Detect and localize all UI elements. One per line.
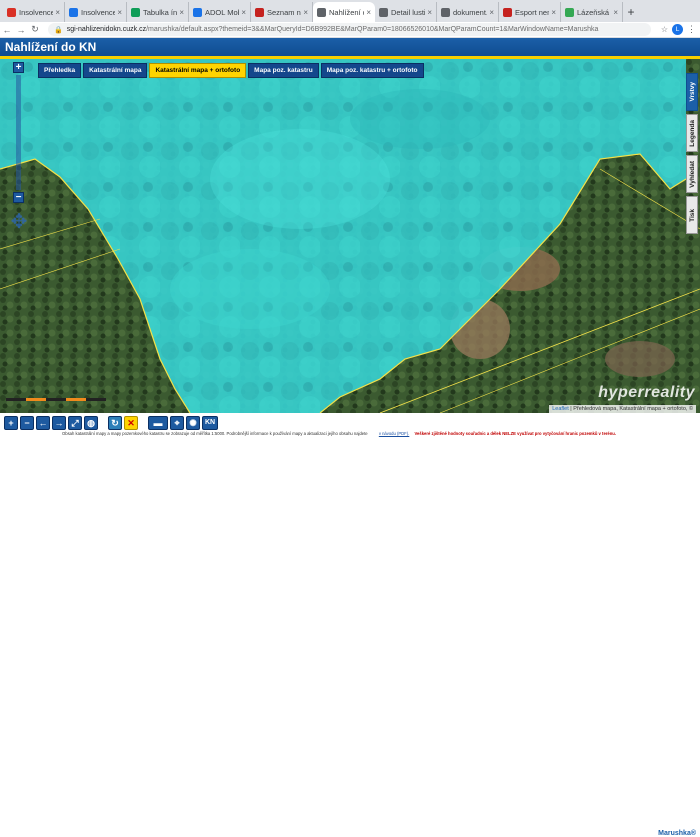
tab-favicon-icon (441, 7, 450, 17)
browser-tab[interactable]: Seznam ne × (251, 2, 313, 22)
url-path: /marushka/default.aspx?themeid=3&&MarQue… (146, 26, 599, 33)
footer-notice: Obsah katastrální mapy a mapy pozemkovéh… (62, 431, 616, 436)
lock-icon: 🔒 (54, 26, 63, 34)
side-tab-label: Legenda (688, 119, 696, 147)
tab-close-icon[interactable]: × (613, 8, 618, 17)
side-panel-tabs: Vrstvy Legenda Vyhledat Tisk (686, 73, 698, 237)
refresh-icon[interactable]: ↻ (108, 416, 122, 430)
tab-label: Seznam ne (267, 7, 302, 17)
kn-info-button[interactable]: KN (202, 416, 218, 430)
leaflet-link[interactable]: Leaflet (552, 406, 569, 412)
tab-favicon-icon (193, 7, 202, 17)
layer-button[interactable]: Katastrální mapa + ortofoto (149, 63, 247, 78)
layer-switcher: Přehledka Katastrální mapa Katastrální map… (38, 63, 424, 78)
tab-favicon-icon (317, 7, 326, 17)
tab-close-icon[interactable]: × (427, 8, 432, 17)
browser-toolbar: ← → ↻ 🔒 sgi-nahlizenidokn.cuzk.cz/marush… (0, 22, 700, 38)
marushka-logo: Marushka® (658, 830, 696, 837)
footer-text: Obsah katastrální mapy a mapy pozemkovéh… (62, 431, 368, 436)
browser-tab[interactable]: Nahlížení d × (313, 2, 375, 22)
tab-favicon-icon (565, 7, 574, 17)
new-tab-button[interactable]: + (623, 2, 639, 22)
layer-button[interactable]: Mapa poz. katastru (248, 63, 319, 78)
side-tab[interactable]: Vrstvy (686, 73, 698, 111)
tab-favicon-icon (503, 7, 512, 17)
bookmark-star-icon[interactable]: ☆ (661, 25, 668, 34)
tab-favicon-icon (131, 7, 140, 17)
reload-icon[interactable]: ↻ (28, 24, 42, 35)
tab-label: Insolvence (81, 7, 116, 17)
tab-label: Nahlížení d (329, 7, 365, 17)
back-icon[interactable]: ← (0, 25, 14, 35)
globe-icon[interactable]: ◍ (84, 416, 98, 430)
zoom-out-tool-icon[interactable]: − (20, 416, 34, 430)
address-bar[interactable]: 🔒 sgi-nahlizenidokn.cuzk.cz/marushka/def… (48, 23, 651, 36)
zoom-extent-icon[interactable]: ⤢ (68, 416, 82, 430)
tab-favicon-icon (69, 7, 78, 17)
tab-favicon-icon (379, 7, 388, 17)
zoom-control: + − (13, 62, 24, 203)
profile-avatar[interactable]: L (672, 24, 683, 35)
tab-favicon-icon (255, 7, 264, 17)
tab-favicon-icon (7, 7, 16, 17)
tab-close-icon[interactable]: × (489, 8, 494, 17)
layer-button[interactable]: Přehledka (38, 63, 82, 78)
location-pin-icon[interactable]: ⌖ (170, 416, 184, 430)
side-tab[interactable]: Tisk (686, 196, 698, 234)
browser-menu-icon[interactable]: ⋮ (687, 24, 696, 35)
footer-warning: Veškeré zjištěné hodnoty souřadnic a dél… (414, 431, 617, 436)
tab-label: Detail lusti (391, 7, 426, 17)
orthophoto-map (0, 59, 700, 413)
browser-tab[interactable]: Insolvence × (3, 2, 65, 22)
zoom-in-button[interactable]: + (13, 62, 24, 73)
tab-close-icon[interactable]: × (179, 8, 184, 17)
page-title: Nahlížení do KN (0, 38, 700, 56)
tab-label: Insolvence (19, 7, 54, 17)
watermark: hyperreality (598, 384, 695, 401)
scale-bar (6, 398, 106, 401)
layer-button[interactable]: Mapa poz. katastru + ortofoto (320, 63, 424, 78)
attribution-text: | Přehledová mapa, Katastrální mapa + or… (570, 406, 693, 412)
manual-pdf-link[interactable]: v návodu (PDF). (379, 431, 410, 436)
tab-label: Lázeňská 2 (577, 7, 611, 17)
side-tab-label: Vrstvy (688, 82, 696, 102)
pan-compass-icon[interactable]: ✥ (8, 212, 30, 234)
browser-tab[interactable]: Detail lusti × (375, 2, 437, 22)
settings-gear-icon[interactable]: ✺ (186, 416, 200, 430)
zoom-in-tool-icon[interactable]: + (4, 416, 18, 430)
map-canvas[interactable] (0, 59, 700, 413)
tab-close-icon[interactable]: × (55, 8, 60, 17)
side-tab-label: Vyhledat (688, 160, 696, 188)
zoom-slider[interactable] (16, 75, 21, 190)
browser-tab[interactable]: Esport nem× (499, 2, 561, 22)
previous-view-icon[interactable]: ← (36, 416, 50, 430)
tab-close-icon[interactable]: × (551, 8, 556, 17)
browser-tab[interactable]: ADOL Mobil× (189, 2, 251, 22)
side-tab[interactable]: Vyhledat (686, 155, 698, 193)
next-view-icon[interactable]: → (52, 416, 66, 430)
tab-close-icon[interactable]: × (366, 8, 371, 17)
measure-ruler-icon[interactable]: ▬ (148, 416, 168, 430)
clear-selection-icon[interactable]: ✕ (124, 416, 138, 430)
browser-tab-bar: Insolvence×Insolvence×Tabulka índi×ADOL … (0, 0, 700, 22)
tab-label: ADOL Mobil (205, 7, 239, 17)
tab-label: dokument. (453, 7, 488, 17)
side-tab[interactable]: Legenda (686, 114, 698, 152)
side-tab-label: Tisk (688, 208, 696, 222)
browser-tab[interactable]: Insolvence × (65, 2, 127, 22)
layer-button[interactable]: Katastrální mapa (83, 63, 148, 78)
tab-close-icon[interactable]: × (303, 8, 308, 17)
tab-label: Tabulka índi (143, 7, 178, 17)
browser-tab[interactable]: dokument. × (437, 2, 499, 22)
browser-tab[interactable]: Lázeňská 2× (561, 2, 623, 22)
browser-tab[interactable]: Tabulka índi× (127, 2, 189, 22)
tab-close-icon[interactable]: × (241, 8, 246, 17)
tab-close-icon[interactable]: × (117, 8, 122, 17)
forward-icon[interactable]: → (14, 25, 28, 35)
map-attribution: Leaflet | Přehledová mapa, Katastrální m… (549, 405, 696, 413)
tab-label: Esport nem (515, 7, 549, 17)
url-host: sgi-nahlizenidokn.cuzk.cz (66, 26, 147, 33)
zoom-out-button[interactable]: − (13, 192, 24, 203)
